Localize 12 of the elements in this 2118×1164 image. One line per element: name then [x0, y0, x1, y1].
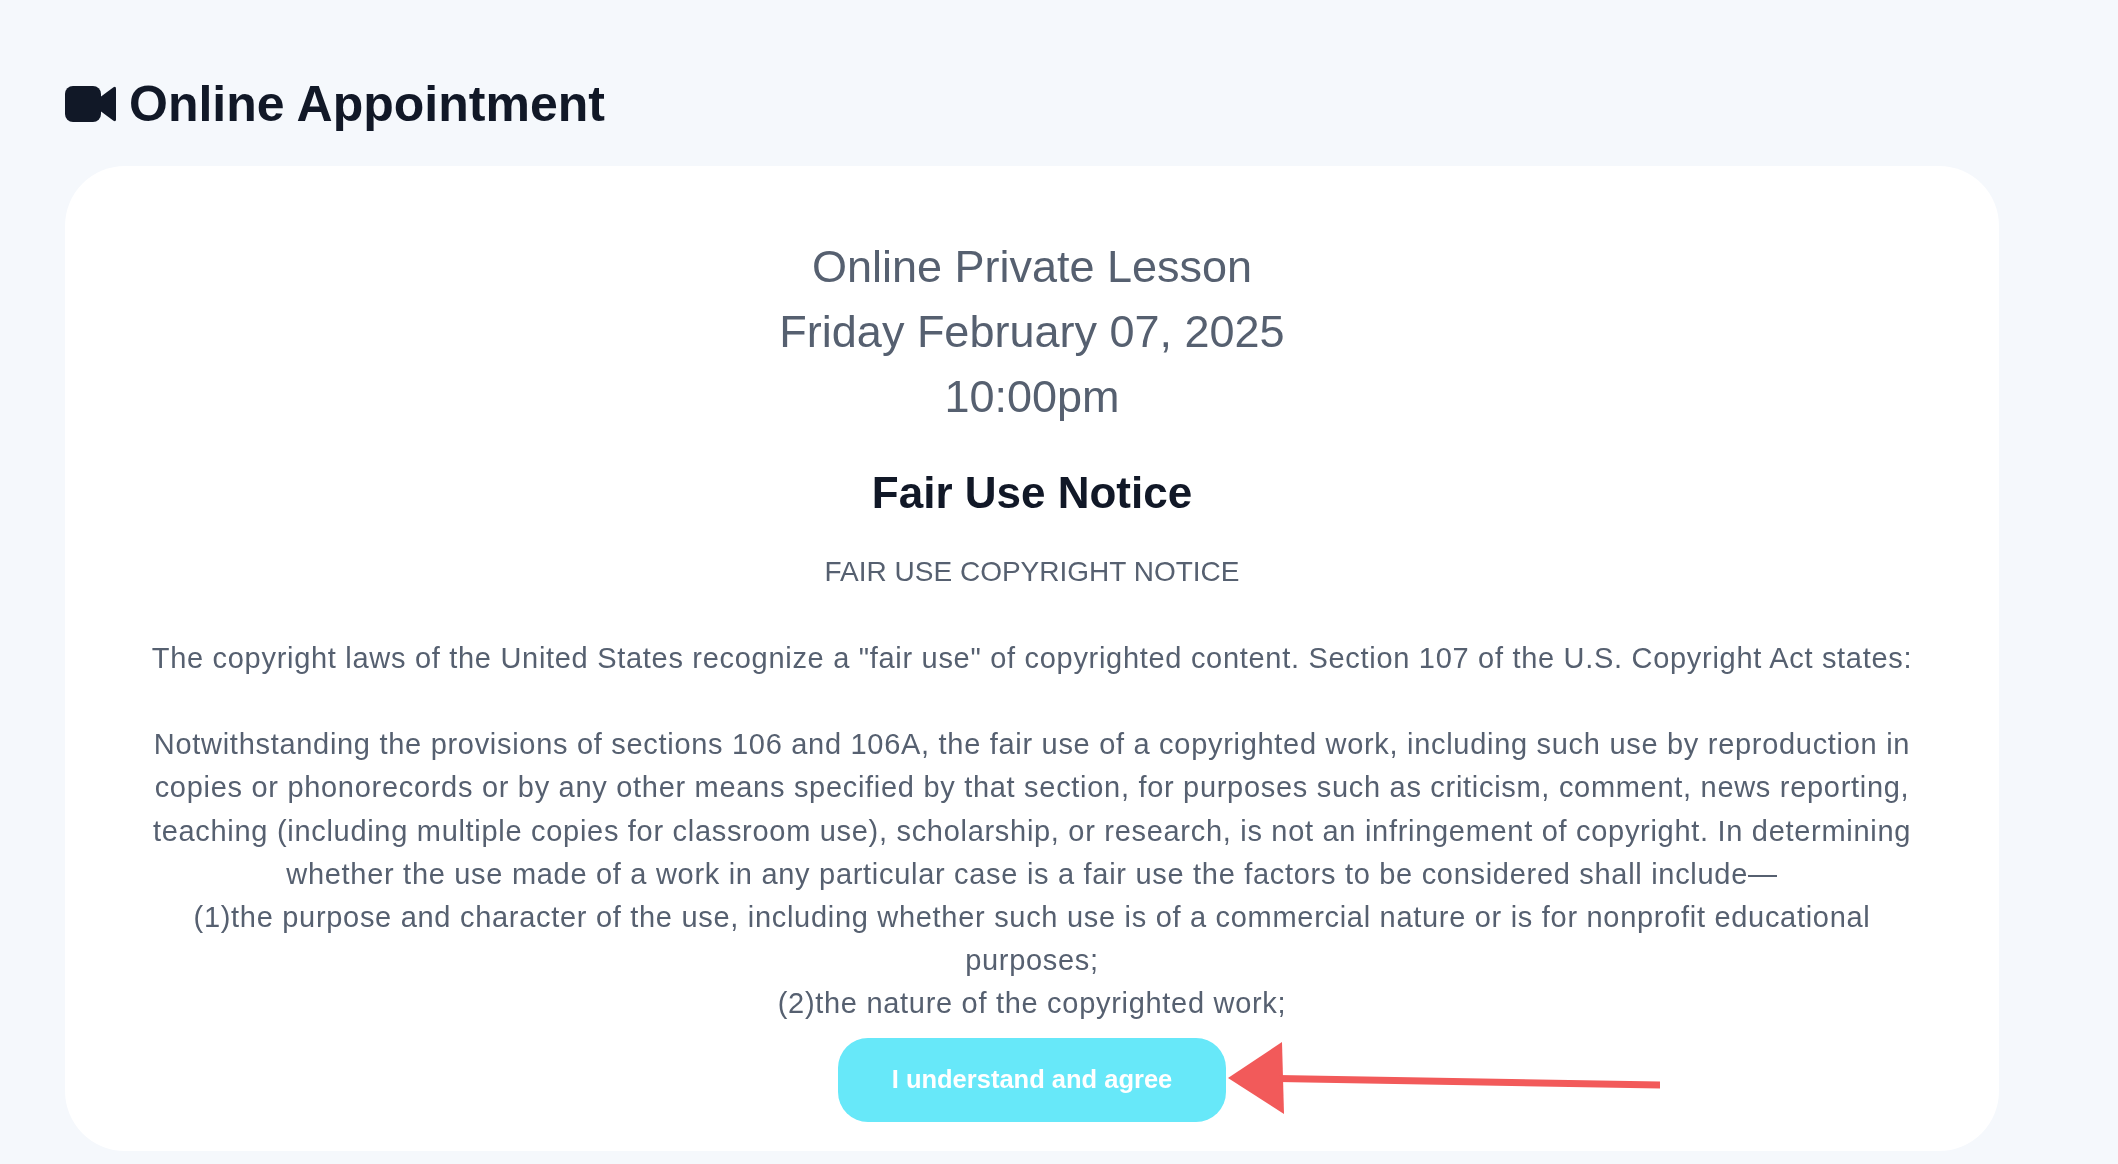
statute-paragraph: Notwithstanding the provisions of sections 106 and 106A, the fair use of a copyrighted work, including such use by reproduction in copies or phonorecords or by any other means specified by that section, for purposes such as criticism, comment, news reporting, teaching (including multiple copies for classroom use), scholarship, or research, is not an infringement of copyright. In determining whether the use made of a work in any particular case is a fair use the factors to be considered shall include—: [151, 727, 1913, 892]
notice-intro: The copyright laws of the United States recognize a "fair use" of copyrighted content. Section 107 of the U.S. Copyright Act states:: [151, 641, 1913, 676]
lesson-date: Friday February 07, 2025: [779, 305, 1285, 359]
notice-subheading: FAIR USE COPYRIGHT NOTICE: [824, 555, 1240, 589]
statute-paragraph: (1)the purpose and character of the use, including whether such use is of a commercial nature or is for nonprofit educational purposes;: [192, 900, 1872, 979]
notice-heading: Fair Use Notice: [871, 467, 1193, 519]
lesson-time: 10:00pm: [944, 370, 1120, 424]
statute-paragraph: (2)the nature of the copyrighted work;: [777, 986, 1287, 1022]
video-camera-icon: [65, 86, 116, 122]
page-title: Online Appointment: [129, 76, 605, 132]
lesson-name: Online Private Lesson: [811, 240, 1253, 294]
agree-button[interactable]: I understand and agree: [837, 1037, 1227, 1122]
